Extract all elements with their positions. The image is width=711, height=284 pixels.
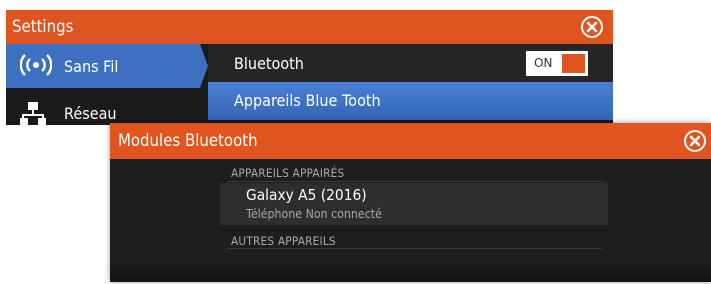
- modal-footer: [110, 262, 711, 282]
- bluetooth-modules-dialog: Modules Bluetooth APPAREILS APPAIRÉS Gal…: [110, 123, 711, 282]
- settings-content: Bluetooth ON Appareils Blue Tooth: [208, 44, 613, 125]
- settings-titlebar: Settings: [6, 10, 613, 44]
- bluetooth-row[interactable]: Bluetooth ON: [208, 44, 613, 82]
- bluetooth-devices-row[interactable]: Appareils Blue Tooth: [208, 82, 613, 120]
- close-icon: [586, 21, 598, 33]
- toggle-state-label: ON: [534, 56, 553, 70]
- wireless-icon: [19, 54, 53, 81]
- bluetooth-devices-label: Appareils Blue Tooth: [234, 91, 381, 110]
- modal-close-button[interactable]: [684, 130, 706, 152]
- paired-device-item[interactable]: Galaxy A5 (2016) Téléphone Non connecté: [220, 183, 608, 225]
- bluetooth-toggle[interactable]: ON: [526, 51, 588, 76]
- close-icon: [689, 135, 701, 147]
- settings-sidebar: Sans Fil Réseau: [6, 44, 208, 125]
- other-devices-header: AUTRES APPAREILS: [231, 234, 336, 248]
- sidebar-item-network[interactable]: Réseau: [6, 92, 208, 125]
- toggle-knob: [562, 54, 585, 73]
- sidebar-item-label: Réseau: [64, 104, 117, 123]
- settings-close-button[interactable]: [581, 16, 603, 38]
- divider: [227, 248, 602, 249]
- device-name: Galaxy A5 (2016): [246, 186, 367, 204]
- sidebar-item-wireless[interactable]: Sans Fil: [6, 44, 208, 88]
- paired-devices-header: APPAREILS APPAIRÉS: [231, 166, 345, 180]
- modal-title: Modules Bluetooth: [118, 131, 258, 151]
- modal-titlebar: Modules Bluetooth: [110, 123, 711, 159]
- device-status: Téléphone Non connecté: [246, 207, 382, 221]
- divider: [227, 181, 602, 182]
- bluetooth-label: Bluetooth: [234, 54, 304, 73]
- settings-title: Settings: [12, 17, 74, 37]
- network-icon: [20, 102, 46, 125]
- sidebar-item-label: Sans Fil: [64, 57, 119, 76]
- settings-window: Settings Sans Fil Réseau Bluetooth ON Ap…: [6, 10, 613, 125]
